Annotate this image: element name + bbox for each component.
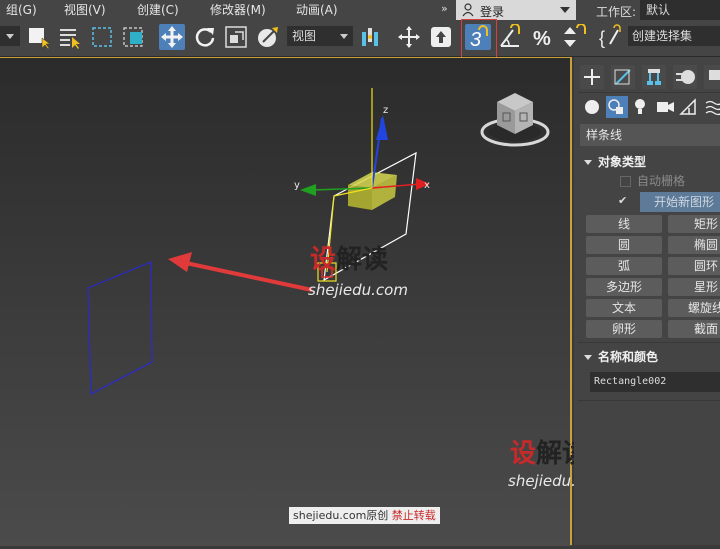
snap-toggle-3d-icon[interactable]: 3: [465, 24, 491, 51]
select-by-name-icon[interactable]: [57, 24, 83, 50]
watermark-url-upper: shejiedu.com: [308, 281, 408, 299]
x-axis-label: x: [424, 180, 430, 191]
circle-button[interactable]: 圆: [586, 236, 662, 254]
text-button[interactable]: 文本: [586, 299, 662, 317]
star-button[interactable]: 星形: [668, 278, 720, 296]
menu-bar: 组(G) 视图(V) 创建(C) 修改器(M) 动画(A) » 登录 工作区: …: [0, 0, 720, 20]
divider: [578, 92, 720, 93]
arc-button[interactable]: 弧: [586, 257, 662, 275]
divider: [578, 400, 720, 401]
create-tab-icon[interactable]: [580, 65, 604, 89]
viewport-scene: z x y: [87, 88, 550, 395]
select-object-icon[interactable]: [26, 24, 52, 50]
select-manipulate-icon[interactable]: [396, 24, 422, 50]
cameras-category-icon[interactable]: [657, 102, 674, 112]
login-dropdown[interactable]: 登录: [456, 0, 576, 20]
egg-button[interactable]: 卵形: [586, 320, 662, 338]
toolbar-left-dropdown[interactable]: [0, 26, 20, 46]
watermark-logo-upper: 设解读: [310, 245, 389, 275]
selection-set-dropdown[interactable]: 创建选择集: [628, 26, 720, 46]
user-icon: [462, 3, 474, 17]
lights-category-icon[interactable]: [635, 99, 645, 114]
spinner-snap-icon[interactable]: [561, 23, 587, 50]
hierarchy-tab-icon[interactable]: [642, 65, 666, 89]
menu-create[interactable]: 创建(C): [137, 2, 179, 18]
login-label: 登录: [480, 5, 505, 19]
rectangular-selection-icon[interactable]: [90, 24, 116, 50]
menu-animation[interactable]: 动画(A): [296, 2, 338, 18]
perspective-viewport[interactable]: z x y 设解读 shejiedu.com: [0, 57, 572, 546]
chevron-down-icon: [560, 7, 570, 13]
viewcube-icon[interactable]: [480, 93, 550, 147]
angle-snap-icon[interactable]: [497, 23, 523, 50]
edit-named-selection-icon[interactable]: {: [598, 24, 624, 50]
reference-coordinate-dropdown[interactable]: 视图: [287, 26, 353, 46]
snap-number: 3: [470, 29, 481, 50]
rectangle-shape[interactable]: [87, 261, 153, 395]
start-new-shape-checkbox[interactable]: ✔: [618, 194, 627, 207]
keyboard-shortcut-override-icon[interactable]: [428, 24, 454, 50]
menu-group[interactable]: 组(G): [6, 2, 37, 18]
rectangle-button[interactable]: 矩形: [668, 215, 720, 233]
object-type-rollout[interactable]: 对象类型: [584, 153, 646, 170]
menu-modifiers[interactable]: 修改器(M): [210, 2, 266, 18]
donut-button[interactable]: 圆环: [668, 257, 720, 275]
helpers-category-icon[interactable]: [679, 98, 696, 115]
z-axis-label: z: [383, 105, 388, 116]
svg-text:{: {: [599, 28, 605, 48]
percent-snap-icon[interactable]: %: [530, 24, 556, 50]
command-panel-tabs: [578, 63, 720, 91]
window-crossing-icon[interactable]: [121, 24, 147, 50]
ngon-button[interactable]: 多边形: [586, 278, 662, 296]
menu-view[interactable]: 视图(V): [64, 2, 106, 18]
main-toolbar: 视图 3 % { 创建选择集: [0, 19, 720, 59]
section-button[interactable]: 截面: [668, 320, 720, 338]
svg-text:%: %: [533, 28, 551, 50]
display-tab-icon[interactable]: [704, 65, 720, 89]
checkbox-icon: [620, 176, 631, 187]
auto-grid-checkbox[interactable]: 自动栅格: [620, 172, 685, 189]
rollout-collapse-icon: [584, 355, 592, 360]
view-dropdown-value: 视图: [292, 29, 317, 43]
ellipse-button[interactable]: 椭圆: [668, 236, 720, 254]
move-icon[interactable]: [159, 24, 185, 50]
geometry-category-icon[interactable]: [585, 100, 599, 114]
divider: [578, 342, 720, 343]
motion-tab-icon[interactable]: [673, 65, 697, 89]
placement-icon[interactable]: [255, 24, 281, 50]
menu-overflow-button[interactable]: »: [441, 2, 448, 15]
red-arrow-annotation: [168, 252, 313, 292]
start-new-shape-button[interactable]: 开始新图形: [640, 192, 720, 212]
shapes-category-icon[interactable]: [606, 96, 628, 118]
pivot-center-icon[interactable]: [358, 24, 384, 50]
y-axis-label: y: [294, 180, 300, 191]
object-name-field[interactable]: Rectangle002: [590, 372, 720, 392]
line-button[interactable]: 线: [586, 215, 662, 233]
rollout-collapse-icon: [584, 160, 592, 165]
workspace-dropdown[interactable]: 默认: [640, 0, 720, 20]
workspace-label: 工作区:: [596, 5, 637, 19]
rotate-icon[interactable]: [192, 24, 218, 50]
spacewarps-category-icon[interactable]: [705, 100, 720, 116]
create-category-tabs: [578, 94, 720, 120]
copyright-badge: shejiedu.com原创 禁止转载: [289, 507, 440, 524]
chevron-down-icon: [340, 34, 348, 39]
scale-icon[interactable]: [223, 24, 249, 50]
shape-category-dropdown[interactable]: 样条线: [580, 124, 720, 146]
helix-button[interactable]: 螺旋线: [668, 299, 720, 317]
modify-tab-icon[interactable]: [611, 65, 635, 89]
name-and-color-rollout[interactable]: 名称和颜色: [584, 348, 658, 365]
